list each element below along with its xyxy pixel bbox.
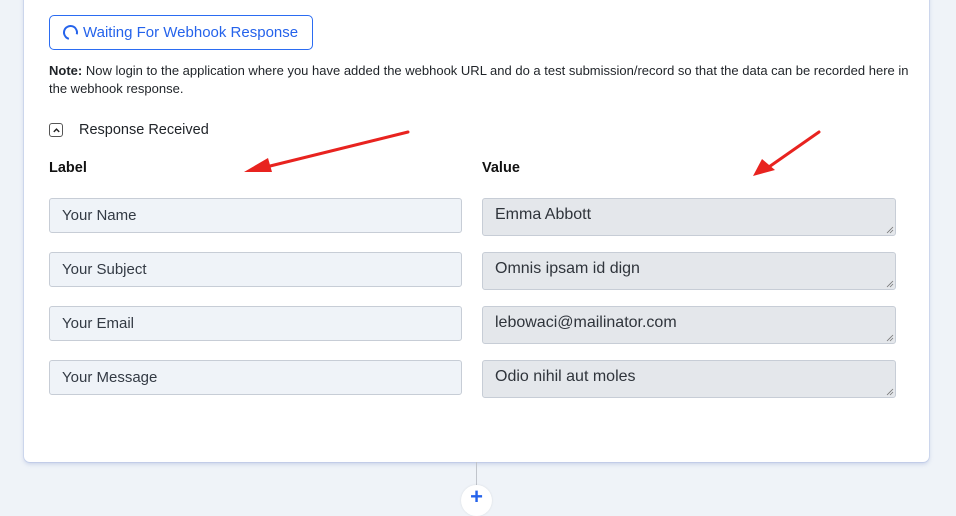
resize-grip-icon[interactable]	[886, 334, 894, 342]
flow-connector-line	[476, 462, 477, 486]
value-textarea[interactable]: Emma Abbott	[482, 198, 896, 236]
waiting-button-label: Waiting For Webhook Response	[83, 24, 299, 41]
waiting-for-webhook-button[interactable]: Waiting For Webhook Response	[49, 15, 313, 50]
loading-spinner-icon	[60, 22, 81, 43]
value-textarea[interactable]: Odio nihil aut moles	[482, 360, 896, 398]
value-text: Odio nihil aut moles	[495, 368, 636, 385]
note-text: Note: Now login to the application where…	[49, 62, 919, 98]
value-textarea[interactable]: Omnis ipsam id dign	[482, 252, 896, 290]
value-column-header: Value	[482, 160, 520, 176]
plus-icon: +	[470, 484, 483, 509]
value-text: Omnis ipsam id dign	[495, 260, 640, 277]
label-field[interactable]: Your Name	[49, 198, 462, 233]
value-textarea[interactable]: lebowaci@mailinator.com	[482, 306, 896, 344]
label-field[interactable]: Your Subject	[49, 252, 462, 287]
note-prefix: Note:	[49, 63, 83, 78]
annotation-arrow-left	[244, 130, 410, 172]
chevron-up-icon[interactable]	[49, 123, 63, 137]
response-received-toggle[interactable]: Response Received	[49, 122, 209, 138]
value-text: lebowaci@mailinator.com	[495, 314, 677, 331]
annotation-arrow-right	[753, 130, 821, 176]
label-field[interactable]: Your Email	[49, 306, 462, 341]
label-field[interactable]: Your Message	[49, 360, 462, 395]
resize-grip-icon[interactable]	[886, 280, 894, 288]
resize-grip-icon[interactable]	[886, 388, 894, 396]
label-column-header: Label	[49, 160, 87, 176]
value-text: Emma Abbott	[495, 206, 592, 223]
response-received-label: Response Received	[79, 122, 209, 138]
resize-grip-icon[interactable]	[886, 226, 894, 234]
note-body: Now login to the application where you h…	[49, 63, 909, 96]
